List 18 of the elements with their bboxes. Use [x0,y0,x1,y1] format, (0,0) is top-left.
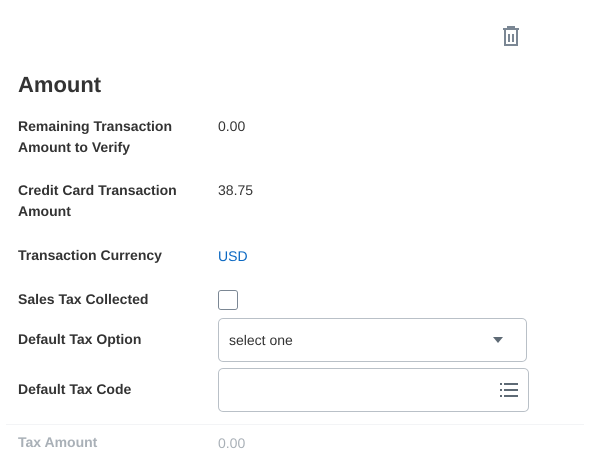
field-value: 38.75 [218,181,254,200]
field-label: Tax Amount [18,434,98,450]
field-label: Default Tax Option [18,330,142,349]
tax-option-dropdown[interactable]: select one [218,318,527,362]
field-label: Remaining Transaction Amount to Verify [18,117,174,157]
field-label: Transaction Currency [18,246,163,265]
checkbox[interactable] [218,290,238,310]
field-value: 0.00 [218,434,246,452]
field-value: 0.00 [218,117,246,136]
section-heading: Amount [18,71,102,99]
dropdown-caret-icon [492,336,504,344]
field-label: Credit Card Transaction Amount [18,181,178,221]
field-label: Default Tax Code [18,380,132,399]
delete-icon[interactable] [502,26,520,46]
tax-code-field[interactable] [218,368,529,412]
field-label: Sales Tax Collected [18,290,150,309]
currency-link[interactable]: USD [218,246,248,266]
list-icon [500,383,518,397]
